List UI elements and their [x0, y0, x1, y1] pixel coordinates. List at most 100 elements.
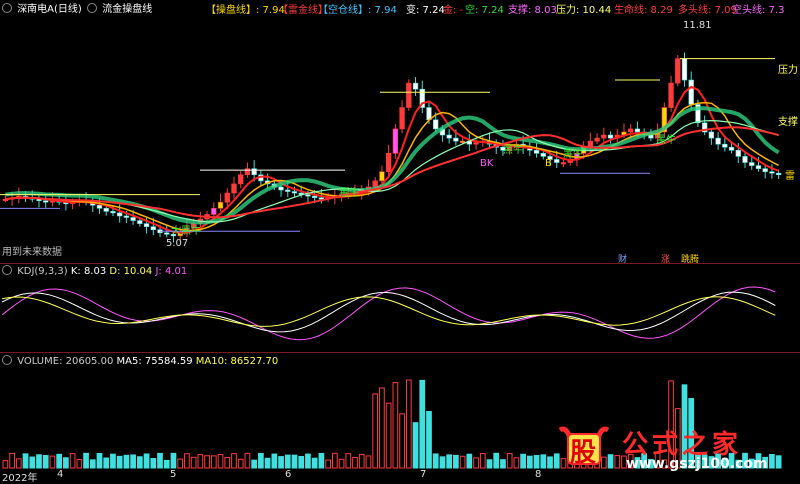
candle: [312, 195, 318, 198]
volume-bar: [103, 457, 110, 469]
candle: [392, 128, 399, 154]
candle: [735, 150, 741, 157]
candle: [231, 183, 237, 194]
cai-tag[interactable]: 财: [617, 252, 628, 265]
candle: [594, 137, 600, 142]
volume-bar: [244, 452, 251, 469]
candle: [533, 150, 540, 154]
candle: [150, 226, 156, 231]
chart-canvas: [0, 52, 782, 469]
candle: [755, 165, 762, 169]
volume-bar: [372, 393, 379, 469]
volume-bar: [399, 413, 405, 469]
candle: [715, 137, 721, 145]
volume-bar: [22, 453, 29, 469]
candle: [412, 82, 419, 90]
volume-bar: [432, 453, 439, 469]
candle: [459, 140, 466, 143]
divider: [0, 352, 800, 353]
candle: [164, 232, 170, 235]
volume-bar: [69, 453, 76, 469]
candle: [433, 119, 439, 130]
volume-bar: [446, 454, 453, 469]
candle: [675, 58, 681, 84]
candle: [762, 168, 768, 172]
candle: [473, 142, 479, 145]
candle: [560, 162, 567, 165]
volume-bar: [251, 459, 258, 469]
volume-bar: [352, 457, 358, 469]
candle: [143, 223, 150, 227]
candle: [278, 186, 284, 191]
signal-da-black-cow: 大黑牛: [171, 226, 201, 237]
signal-black-cow: 黑牛: [563, 149, 583, 160]
volume-bar: [76, 459, 83, 469]
candle: [117, 212, 123, 217]
candle: [399, 107, 405, 130]
volume-bar: [29, 456, 36, 469]
volume-bar: [392, 382, 399, 469]
kdj-k: K: 8.03: [70, 266, 107, 277]
logo-char: 股: [570, 438, 597, 468]
volume-bar: [278, 456, 284, 469]
x-tick-label: 7: [420, 469, 427, 480]
volume-bar: [540, 454, 547, 469]
volume-bar: [379, 387, 385, 469]
volume-bar: [49, 455, 56, 469]
volume-title: VOLUME: 20605.00: [17, 356, 114, 367]
volume-header: VOLUME: 20605.00 MA5: 75584.59 MA10: 865…: [0, 355, 278, 367]
volume-bar: [96, 453, 103, 469]
logo-icon: 股: [556, 424, 612, 468]
candle: [43, 200, 49, 203]
candle: [251, 168, 257, 176]
candle: [137, 220, 143, 224]
candle: [722, 143, 728, 148]
volume-bar: [177, 458, 184, 469]
kdj-circle-icon[interactable]: [2, 265, 12, 275]
volume-bar: [184, 453, 190, 469]
volume-bar: [224, 456, 231, 469]
candle: [601, 134, 607, 139]
kdj-line-0: [1, 286, 776, 341]
volume-bar: [419, 379, 426, 469]
low-label: 5.07: [166, 238, 189, 249]
volume-bar: [89, 459, 96, 469]
volume-bar: [311, 457, 318, 469]
volume-bar: [533, 454, 540, 469]
volume-bar: [426, 410, 432, 469]
candle: [453, 137, 459, 142]
logo-url: www.gszj100.com: [626, 456, 768, 472]
candle: [110, 211, 116, 214]
volume-bar: [237, 458, 244, 469]
candle: [406, 82, 412, 108]
candle: [628, 128, 634, 133]
candle: [385, 153, 392, 172]
signal-black-cow: 黑牛: [339, 188, 359, 199]
future-data-note: 用到未来数据: [2, 247, 62, 258]
volume-bar: [358, 453, 365, 469]
volume-bar: [36, 454, 42, 469]
candle: [728, 146, 735, 151]
volume-bar: [520, 453, 526, 469]
zhang-tag[interactable]: 涨: [660, 252, 671, 265]
volume-bar: [83, 452, 89, 469]
candle: [775, 172, 782, 176]
kdj-d: D: 10.04: [109, 266, 153, 277]
jumps-tag[interactable]: 跳腾: [680, 252, 700, 265]
volume-bar: [466, 453, 473, 469]
site-logo: 股 公式之家 www.gszj100.com: [556, 424, 796, 476]
kdj-line-1: [1, 291, 776, 333]
volume-bar: [130, 454, 136, 469]
x-tick-label: 8: [535, 469, 542, 480]
volume-bar: [15, 458, 22, 469]
volume-circle-icon[interactable]: [2, 355, 12, 365]
candle: [285, 189, 291, 192]
candle: [742, 156, 748, 163]
volume-bar: [453, 454, 459, 469]
volume-ma5: MA5: 75584.59: [116, 356, 193, 367]
volume-bar: [197, 454, 204, 469]
volume-bar: [42, 455, 49, 469]
candle: [217, 201, 224, 209]
signal-black-cow: 黑牛: [503, 145, 523, 156]
candle: [446, 134, 452, 139]
